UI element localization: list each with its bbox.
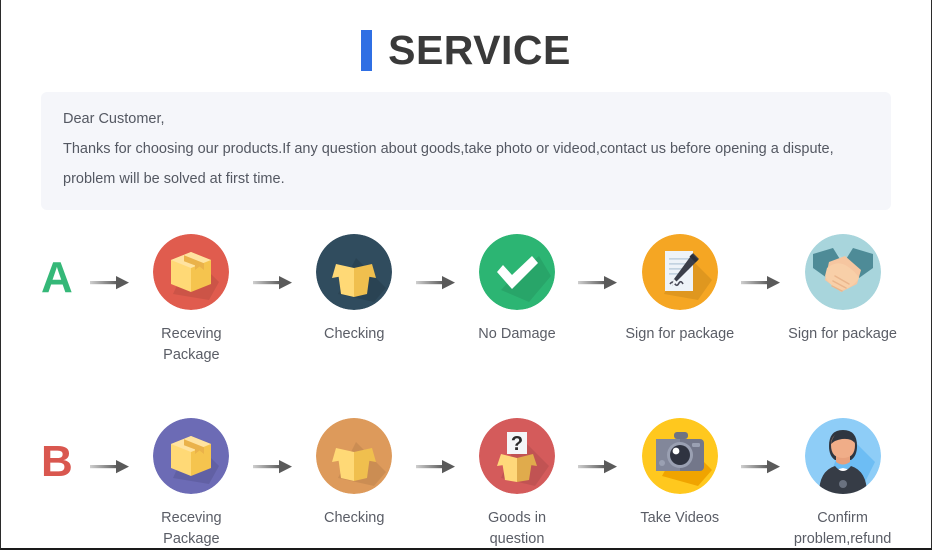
flow-step-label: Sign for package [788,325,897,342]
right-arrow-icon [250,234,296,292]
svg-text:?: ? [511,433,523,455]
flow-step-label: Take Videos [640,509,720,526]
support-person-icon [804,417,881,494]
flow-step-label: Receving Package [161,325,222,363]
page-title: SERVICE [388,26,571,73]
document-pen-icon [641,233,718,310]
flow-step-label: Confirm problem,refund money [793,509,892,547]
flow-step-label: Checking [323,509,385,526]
notice-line-1: Dear Customer, [63,111,165,127]
flow-label-a: A [41,252,73,302]
right-arrow-icon [413,418,459,476]
flow-step-label: Goods in question [487,509,547,547]
right-arrow-icon [413,234,459,292]
right-arrow-icon [575,234,621,292]
flow-step[interactable]: Sign for package [621,233,738,345]
customer-notice: Dear Customer, Thanks for choosing our p… [41,92,891,210]
flow-row-a: A Receving Package Checking No Damage Si… [1,233,931,366]
right-arrow-icon [738,234,784,292]
notice-line-2: Thanks for choosing our products.If any … [63,140,834,157]
flow-row-b: B Receving Package Checking ? Goods in q… [1,417,931,548]
flow-step-label: Checking [323,325,385,342]
flow-step[interactable]: No Damage [459,233,576,345]
open-box-icon [316,233,393,310]
flow-step[interactable]: Take Videos [621,417,738,529]
flow-step[interactable]: Checking [296,417,413,529]
camera-icon [641,417,718,494]
right-arrow-icon [250,418,296,476]
right-arrow-icon [575,418,621,476]
closed-box-icon [153,233,230,310]
flow-step[interactable]: ? Goods in question [459,417,576,548]
check-mark-icon [478,233,555,310]
flow-label-b: B [41,436,73,486]
right-arrow-icon [87,418,133,476]
closed-box-icon [153,417,230,494]
flow-step[interactable]: Receving Package [133,417,250,548]
right-arrow-icon [738,418,784,476]
notice-line-3: problem will be solved at first time. [63,170,285,187]
service-page: SERVICE Dear Customer, Thanks for choosi… [0,0,932,550]
open-box-icon [316,417,393,494]
flow-step[interactable]: Sign for package [784,233,901,345]
question-box-icon: ? [478,417,555,494]
flow-step-label: Receving Package [161,509,222,547]
page-header: SERVICE [1,0,931,92]
flow-step-label: No Damage [478,325,556,342]
title-accent-bar [361,29,373,71]
flow-step-label: Sign for package [625,325,735,342]
handshake-icon [804,233,881,310]
flow-step[interactable]: Receving Package [133,233,250,366]
flow-step[interactable]: Confirm problem,refund money [784,417,901,548]
flow-step[interactable]: Checking [296,233,413,345]
right-arrow-icon [87,234,133,292]
